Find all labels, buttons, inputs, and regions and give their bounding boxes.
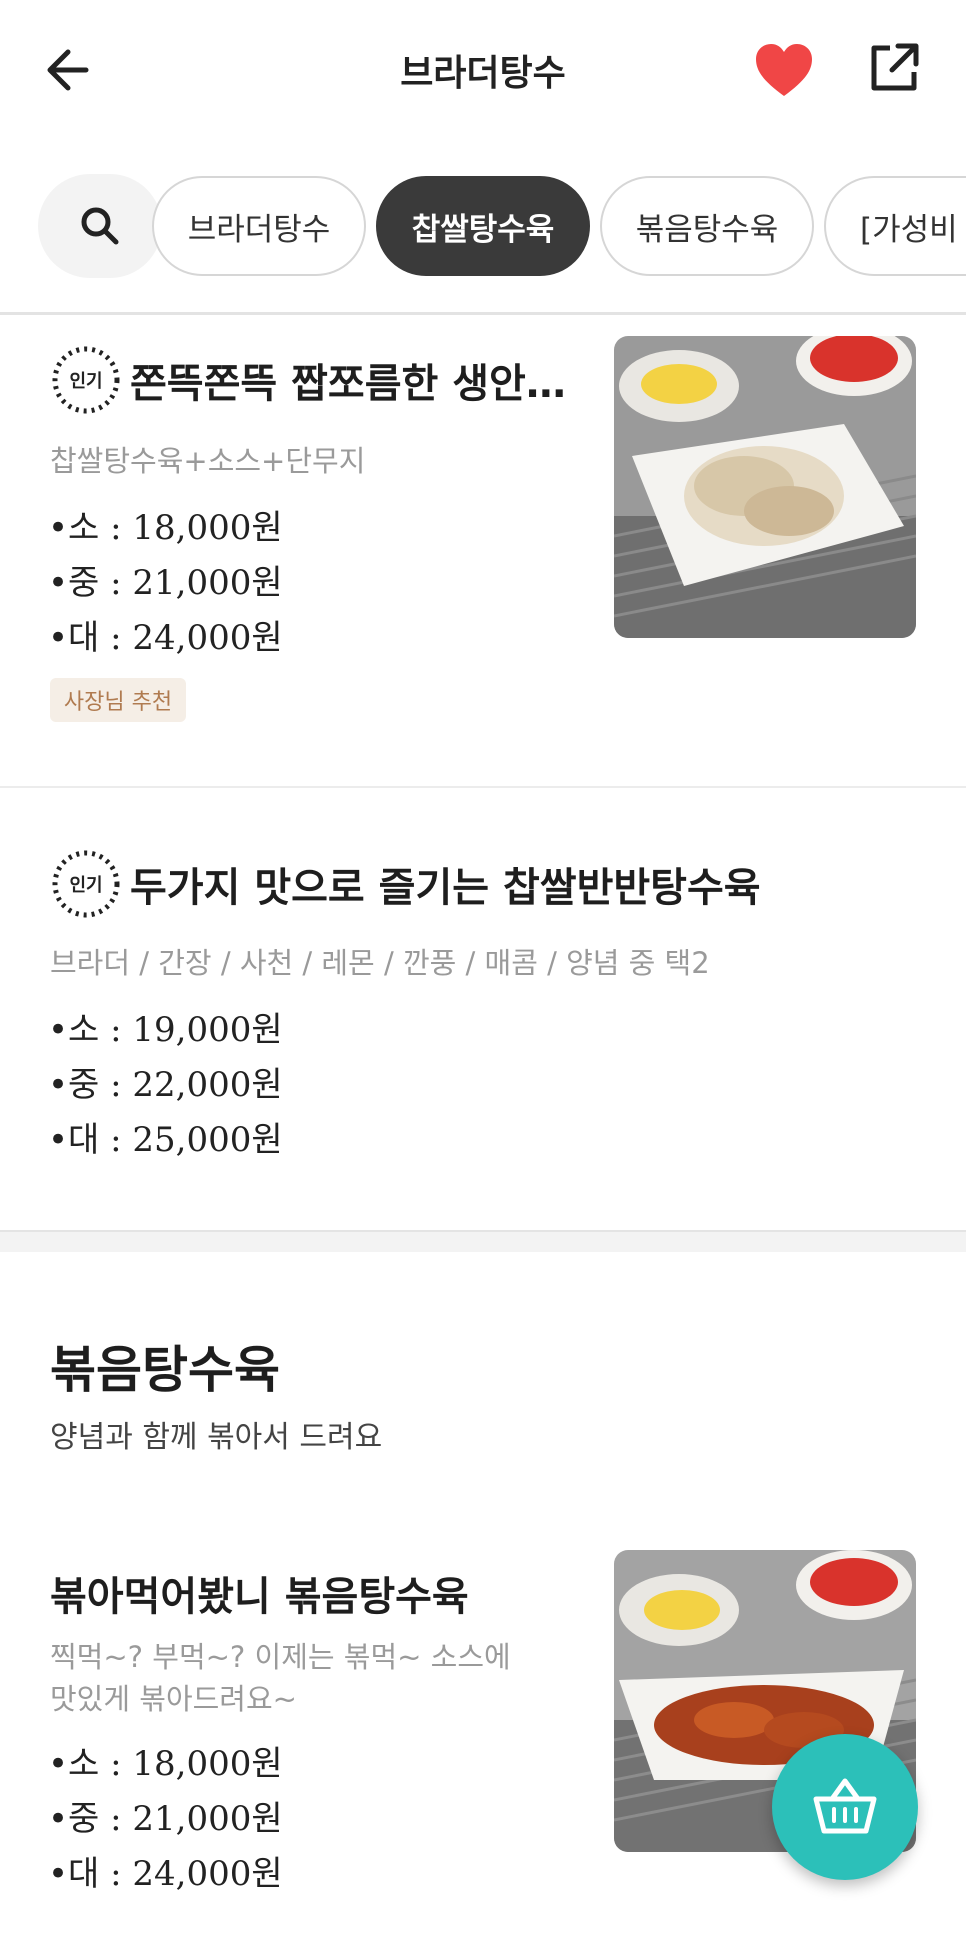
tab-bokkeum-tangsuyuk[interactable]: 볶음탕수육 [600,176,814,276]
search-button[interactable] [38,174,162,278]
price-small: •소 : 18,000원 [48,508,283,548]
tab-value[interactable]: [가성비 [824,176,966,276]
menu-item-name: 쫀뜩쫀뜩 짭쪼름한 생안… [130,361,566,407]
share-button[interactable] [862,36,926,100]
price-large: •대 : 24,000원 [48,1854,283,1894]
share-icon [871,43,919,91]
tab-chapssal-tangsuyuk[interactable]: 찹쌀탕수육 [376,176,590,276]
menu-item-name-row: 인기 두가지 맛으로 즐기는 찹쌀반반탕수육 [50,848,761,920]
top-app-bar: 브라더탕수 [0,0,966,140]
popular-badge: 인기 [50,344,122,416]
heart-icon [756,44,812,96]
menu-item-name: 두가지 맛으로 즐기는 찹쌀반반탕수육 [130,865,761,911]
menu-item-description-line1: 찍먹~? 부먹~? 이제는 볶먹~ 소스에 [50,1640,511,1674]
basket-icon [813,1778,877,1834]
popular-badge: 인기 [50,848,122,920]
price-large: •대 : 25,000원 [48,1120,283,1160]
menu-item-description-line2: 맛있게 볶아드려요~ [50,1682,297,1716]
section-title: 볶음탕수육 [50,1341,280,1399]
cart-button[interactable] [772,1734,918,1880]
price-medium: •중 : 21,000원 [48,563,283,603]
tab-brother-tangsu[interactable]: 브라더탕수 [152,176,366,276]
menu-item-description: 찹쌀탕수육+소스+단무지 [50,444,366,478]
price-medium: •중 : 22,000원 [48,1065,283,1105]
tabs-divider [0,312,966,315]
menu-item[interactable]: 인기 두가지 맛으로 즐기는 찹쌀반반탕수육 브라더 / 간장 / 사천 / 레… [0,788,966,1228]
search-icon [81,207,119,245]
menu-item-name-row: 인기 쫀뜩쫀뜩 짭쪼름한 생안… [50,344,566,416]
price-medium: •중 : 21,000원 [48,1799,283,1839]
price-large: •대 : 24,000원 [48,618,283,658]
price-small: •소 : 19,000원 [48,1010,283,1050]
favorite-button[interactable] [752,40,816,100]
menu-item-name: 볶아먹어봤니 볶음탕수육 [50,1574,469,1620]
owner-recommend-badge: 사장님 추천 [50,678,186,722]
section-subtitle: 양념과 함께 볶아서 드려요 [50,1420,383,1455]
category-tabs: 브라더탕수 찹쌀탕수육 볶음탕수육 [가성비 [0,166,966,286]
page-title: 브라더탕수 [400,53,566,94]
menu-item-description: 브라더 / 간장 / 사천 / 레몬 / 깐풍 / 매콤 / 양념 중 택2 [50,946,710,980]
menu-item-photo [614,336,916,638]
section-separator [0,1230,966,1252]
menu-item[interactable]: 인기 쫀뜩쫀뜩 짭쪼름한 생안… 찹쌀탕수육+소스+단무지 •소 : 18,00… [0,316,966,786]
price-small: •소 : 18,000원 [48,1744,283,1784]
